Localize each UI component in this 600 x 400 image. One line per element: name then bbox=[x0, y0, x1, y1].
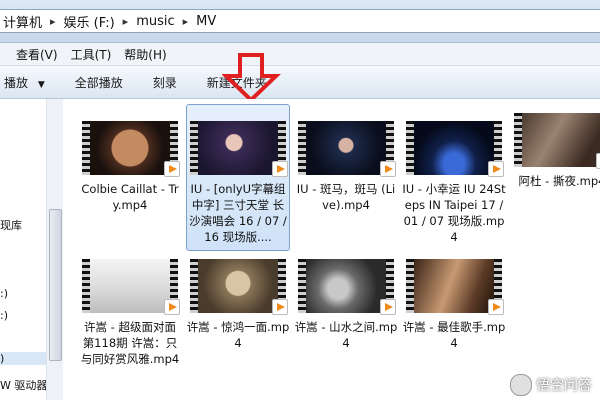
file-item-selected[interactable]: IU - [onlyU字幕组中字] 三寸天堂 长沙演唱会 16 / 07 / 1… bbox=[186, 104, 290, 251]
red-arrow-annotation-icon bbox=[222, 53, 281, 103]
play-badge-icon bbox=[380, 161, 396, 177]
file-name: IU - [onlyU字幕组中字] 三寸天堂 长沙演唱会 16 / 07 / 1… bbox=[189, 182, 287, 244]
menu-help[interactable]: 帮助(H) bbox=[120, 46, 175, 63]
nav-item-dvd-drive[interactable]: W 驱动器 bbox=[0, 377, 47, 393]
nav-item-library[interactable]: 现库 bbox=[0, 217, 22, 233]
file-item[interactable]: Colbie Caillat - Try.mp4 bbox=[78, 121, 182, 213]
file-item[interactable]: 许嵩 - 最佳歌手.mp4 bbox=[402, 259, 506, 351]
file-list: Colbie Caillat - Try.mp4 IU - [onlyU字幕组中… bbox=[63, 99, 600, 400]
video-thumbnail bbox=[190, 259, 288, 315]
burn-button[interactable]: 刻录 bbox=[153, 74, 177, 91]
breadcrumb-music[interactable]: music bbox=[130, 14, 180, 29]
video-thumbnail bbox=[514, 113, 600, 169]
file-item[interactable]: 许嵩 - 山水之间.mp4 bbox=[294, 259, 398, 351]
breadcrumb-separator-icon[interactable]: ▸ bbox=[121, 15, 131, 28]
file-item[interactable]: IU - 小幸运 IU 24Steps IN Taipei 17 / 01 / … bbox=[402, 121, 506, 245]
file-name: 许嵩 - 最佳歌手.mp4 bbox=[402, 320, 506, 350]
video-thumbnail bbox=[190, 121, 288, 177]
file-item[interactable]: 许嵩 - 惊鸿一面.mp4 bbox=[186, 259, 290, 351]
play-badge-icon bbox=[272, 299, 288, 315]
file-name: 许嵩 - 山水之间.mp4 bbox=[294, 320, 398, 350]
play-badge-icon bbox=[164, 161, 180, 177]
nav-item-drive-selected[interactable]: ) bbox=[0, 352, 46, 365]
video-thumbnail bbox=[298, 121, 396, 177]
play-badge-icon bbox=[488, 299, 504, 315]
play-all-button[interactable]: 全部播放 bbox=[75, 74, 123, 91]
video-thumbnail bbox=[82, 121, 180, 177]
breadcrumb-computer[interactable]: 计算机 bbox=[0, 12, 48, 31]
address-bar[interactable]: 计算机 ▸ 娱乐 (F:) ▸ music ▸ MV bbox=[0, 9, 600, 33]
file-name: IU - 斑马，斑马 (Live).mp4 bbox=[296, 182, 396, 212]
play-badge-icon bbox=[380, 299, 396, 315]
play-button[interactable]: 播放 ▼ bbox=[4, 74, 45, 91]
menu-bar: 查看(V) 工具(T) 帮助(H) bbox=[0, 43, 600, 66]
file-item[interactable]: 阿杜 - 撕夜.mp4 bbox=[510, 113, 600, 189]
wukong-logo-icon bbox=[510, 374, 532, 396]
file-name: 许嵩 - 超级面对面 第118期 许嵩：只与同好赏风雅.mp4 bbox=[80, 320, 180, 366]
play-label: 播放 bbox=[4, 75, 29, 90]
scrollbar-thumb[interactable] bbox=[49, 209, 62, 361]
file-name: IU - 小幸运 IU 24Steps IN Taipei 17 / 01 / … bbox=[402, 182, 506, 244]
watermark: 悟空问答 bbox=[510, 374, 592, 396]
video-thumbnail bbox=[406, 259, 504, 315]
nav-scrollbar[interactable] bbox=[46, 99, 63, 400]
file-name: Colbie Caillat - Try.mp4 bbox=[81, 182, 179, 212]
play-badge-icon bbox=[272, 161, 288, 177]
navigation-pane: 现库 :) :) ) W 驱动器 bbox=[0, 99, 47, 400]
video-thumbnail bbox=[298, 259, 396, 315]
breadcrumb-separator-icon[interactable]: ▸ bbox=[48, 15, 58, 28]
menu-tools[interactable]: 工具(T) bbox=[67, 46, 121, 63]
nav-item-drive[interactable]: :) bbox=[0, 287, 8, 300]
file-name: 阿杜 - 撕夜.mp4 bbox=[518, 174, 600, 188]
video-thumbnail bbox=[82, 259, 180, 315]
breadcrumb-separator-icon[interactable]: ▸ bbox=[181, 15, 191, 28]
file-name: 许嵩 - 惊鸿一面.mp4 bbox=[186, 320, 290, 350]
command-toolbar: 播放 ▼ 全部播放 刻录 新建文件夹 bbox=[0, 66, 600, 99]
watermark-text: 悟空问答 bbox=[536, 378, 592, 394]
breadcrumb-drive[interactable]: 娱乐 (F:) bbox=[58, 12, 121, 31]
breadcrumb-mv[interactable]: MV bbox=[190, 14, 222, 29]
play-badge-icon bbox=[164, 299, 180, 315]
menu-view[interactable]: 查看(V) bbox=[0, 46, 67, 63]
nav-item-drive[interactable]: :) bbox=[0, 309, 8, 322]
address-bar-area: 计算机 ▸ 娱乐 (F:) ▸ music ▸ MV bbox=[0, 0, 600, 43]
file-item[interactable]: 许嵩 - 超级面对面 第118期 许嵩：只与同好赏风雅.mp4 bbox=[78, 259, 182, 367]
play-badge-icon bbox=[488, 161, 504, 177]
chevron-down-icon: ▼ bbox=[37, 79, 45, 90]
play-badge-icon bbox=[596, 153, 600, 169]
file-item[interactable]: IU - 斑马，斑马 (Live).mp4 bbox=[294, 121, 398, 213]
video-thumbnail bbox=[406, 121, 504, 177]
